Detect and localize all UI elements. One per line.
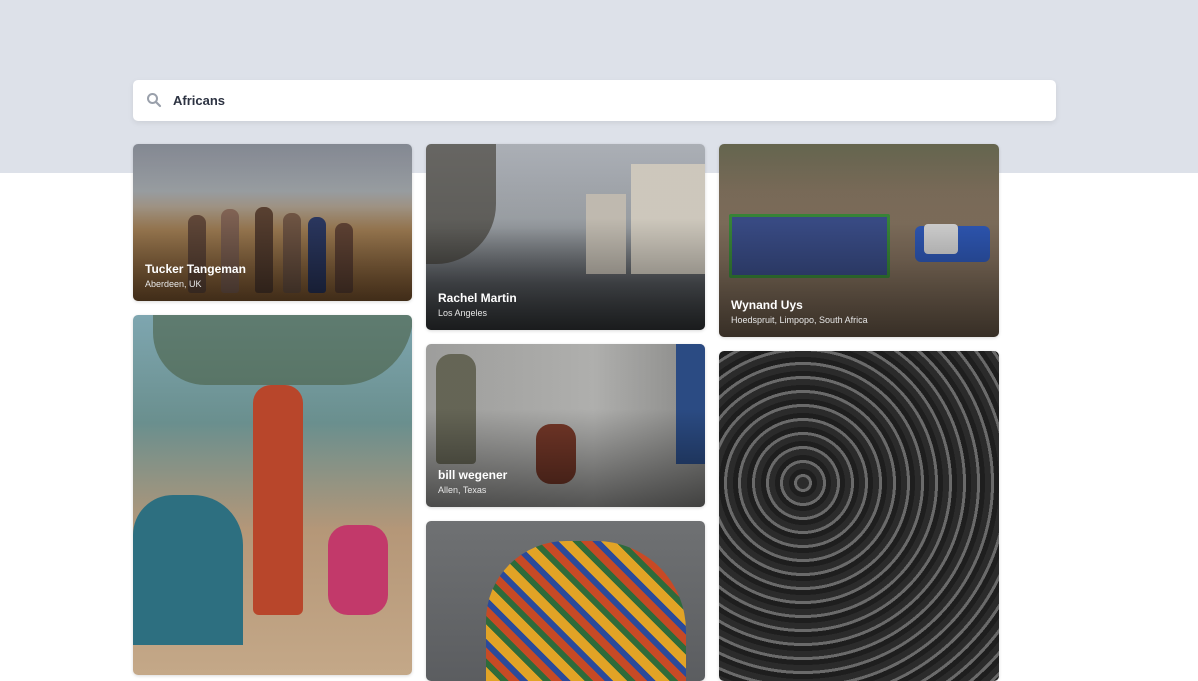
photographer-name[interactable]: Rachel Martin (438, 291, 517, 306)
photo-card[interactable] (426, 521, 705, 681)
photo-image (719, 351, 999, 681)
photo-caption: Rachel Martin Los Angeles (438, 291, 517, 319)
photo-image (426, 521, 705, 681)
photo-caption: bill wegener Allen, Texas (438, 468, 507, 496)
photo-location: Los Angeles (438, 308, 488, 318)
photo-card[interactable] (133, 315, 412, 675)
photographer-name[interactable]: bill wegener (438, 468, 507, 483)
photo-card[interactable]: bill wegener Allen, Texas (426, 344, 705, 507)
photo-card[interactable]: Rachel Martin Los Angeles (426, 144, 705, 330)
photographer-name[interactable]: Tucker Tangeman (145, 262, 246, 277)
photo-location: Allen, Texas (438, 485, 487, 495)
photo-caption: Tucker Tangeman Aberdeen, UK (145, 262, 246, 290)
photographer-name[interactable]: Wynand Uys (731, 298, 868, 313)
photo-card[interactable]: Wynand Uys Hoedspruit, Limpopo, South Af… (719, 144, 999, 337)
photo-card[interactable] (719, 351, 999, 681)
search-icon (147, 93, 162, 108)
photo-caption: Wynand Uys Hoedspruit, Limpopo, South Af… (731, 298, 868, 326)
photo-image (133, 315, 412, 675)
photo-location: Aberdeen, UK (145, 279, 202, 289)
search-bar[interactable] (133, 80, 1056, 121)
photo-location: Hoedspruit, Limpopo, South Africa (731, 315, 868, 325)
search-input[interactable] (173, 80, 1033, 121)
photo-card[interactable]: Tucker Tangeman Aberdeen, UK (133, 144, 412, 301)
